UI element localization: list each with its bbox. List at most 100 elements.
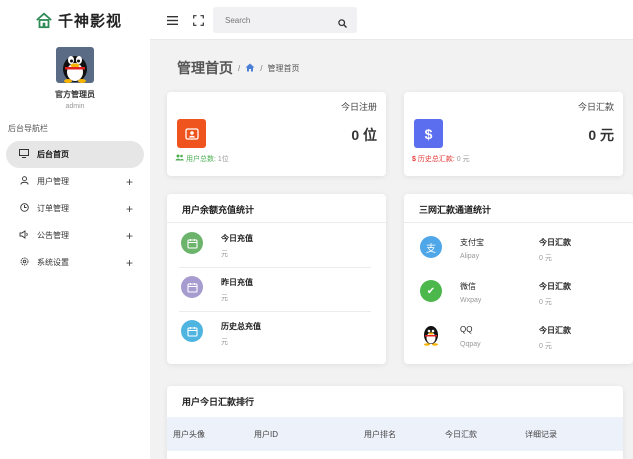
calendar-icon	[181, 232, 203, 254]
sidebar-item-home[interactable]: 后台首页	[6, 141, 144, 168]
divider	[167, 222, 386, 223]
search-input[interactable]	[213, 15, 328, 25]
menu-icon[interactable]	[166, 14, 179, 27]
sidebar-item-label: 公告管理	[37, 231, 69, 240]
sidebar-item-users[interactable]: 用户管理 +	[0, 168, 150, 195]
calendar-icon	[181, 276, 203, 298]
recharge-unit: 元	[221, 295, 228, 302]
qq-penguin-icon	[420, 324, 442, 346]
sidebar-item-notices[interactable]: 公告管理 +	[0, 222, 150, 249]
sidebar: 千神影视 官方管理员 admin 后台导航栏 后台首页 用户管理 + 订单管理 …	[0, 0, 150, 459]
monitor-icon	[18, 149, 30, 160]
nav-heading: 后台导航栏	[8, 124, 48, 133]
list-item: 昨日充值 元	[179, 268, 371, 312]
brand-name: 千神影视	[58, 12, 123, 30]
recharge-stats-card: 用户余额充值统计 今日充值 元 昨日充值 元 历史总充值 元	[167, 194, 386, 364]
list-item: ✔ 微信 Wxpay 今日汇款 0 元	[418, 274, 618, 318]
ranking-card: 用户今日汇款排行 用户头像 用户ID 用户排名 今日汇款 详细记录	[167, 386, 623, 459]
table-header: 用户头像 用户ID 用户排名 今日汇款 详细记录	[167, 417, 623, 451]
channel-name: QQ	[460, 325, 473, 334]
wechat-icon: ✔	[420, 280, 442, 302]
stat-label: 今日注册	[340, 102, 377, 112]
channel-sub: Alipay	[460, 253, 480, 260]
list-item: 今日充值 元	[179, 224, 371, 268]
search-box	[213, 7, 357, 33]
gear-icon	[18, 257, 30, 268]
stat-card-remit: 今日汇款 $ 0 元 $ 历史总汇款: 0 元	[404, 92, 623, 176]
channel-name: 支付宝	[460, 238, 484, 247]
expand-icon[interactable]: +	[126, 229, 133, 243]
list-item: 历史总充值 元	[179, 312, 371, 356]
home-icon[interactable]	[245, 59, 255, 77]
alipay-icon: 支	[420, 236, 442, 258]
recharge-name: 历史总充值	[221, 322, 261, 331]
profile-role: admin	[65, 103, 85, 110]
stat-value: 0 位	[351, 127, 377, 143]
house-logo-icon	[36, 12, 52, 29]
section-title: 用户今日汇款排行	[182, 397, 255, 407]
list-item: 支 支付宝 Alipay 今日汇款 0 元	[418, 230, 618, 274]
column-header: 今日汇款	[445, 430, 477, 439]
column-header: 详细记录	[525, 430, 557, 439]
stat-label: 今日汇款	[577, 102, 614, 112]
stat-footer: $ 历史总汇款: 0 元	[412, 154, 470, 164]
sidebar-item-settings[interactable]: 系统设置 +	[0, 249, 150, 276]
expand-icon[interactable]: +	[126, 256, 133, 270]
search-icon[interactable]	[338, 15, 347, 33]
profile-name: 官方管理员	[55, 90, 95, 99]
recharge-name: 昨日充值	[221, 278, 253, 287]
breadcrumb-separator: /	[238, 63, 241, 73]
channel-today-label: 今日汇款	[539, 282, 571, 291]
stat-card-register: 今日注册 0 位 用户总数: 1位	[167, 92, 386, 176]
stat-footer-value: 1位	[217, 156, 229, 163]
divider	[404, 222, 633, 223]
section-title: 三网汇款通道统计	[419, 205, 492, 215]
column-header: 用户ID	[254, 430, 278, 439]
section-title: 用户余额充值统计	[182, 205, 255, 215]
channel-stats-card: 三网汇款通道统计 支 支付宝 Alipay 今日汇款 0 元 ✔ 微信 Wxpa…	[404, 194, 633, 364]
sidebar-item-label: 用户管理	[37, 177, 69, 186]
avatar[interactable]	[56, 47, 94, 83]
stat-footer: 用户总数: 1位	[175, 154, 229, 164]
users-icon	[175, 154, 186, 163]
speaker-icon	[18, 230, 30, 241]
stat-footer-label: 历史总汇款:	[417, 156, 455, 163]
column-header: 用户头像	[173, 430, 205, 439]
page-title: 管理首页	[177, 60, 233, 76]
page-header: 管理首页 / / 管理首页	[177, 58, 299, 78]
channel-today-label: 今日汇款	[539, 238, 571, 247]
channel-value: 0 元	[539, 255, 552, 262]
fullscreen-icon[interactable]	[192, 14, 205, 27]
column-header: 用户排名	[364, 430, 396, 439]
stat-footer-label: 用户总数:	[185, 156, 216, 163]
user-icon	[18, 176, 30, 187]
expand-icon[interactable]: +	[126, 175, 133, 189]
topbar	[150, 0, 633, 40]
list-item: QQ Qqpay 今日汇款 0 元	[418, 318, 618, 362]
dollar-small-icon: $	[412, 156, 416, 163]
sidebar-item-orders[interactable]: 订单管理 +	[0, 195, 150, 222]
channel-value: 0 元	[539, 299, 552, 306]
recharge-unit: 元	[221, 339, 228, 346]
channel-sub: Qqpay	[460, 341, 481, 348]
sidebar-item-label: 后台首页	[37, 150, 69, 159]
sidebar-item-label: 系统设置	[37, 258, 69, 267]
channel-sub: Wxpay	[460, 297, 482, 304]
stat-footer-value: 0 元	[456, 156, 470, 163]
channel-value: 0 元	[539, 343, 552, 350]
breadcrumb-separator: /	[260, 63, 263, 73]
recharge-name: 今日充值	[221, 234, 253, 243]
expand-icon[interactable]: +	[126, 202, 133, 216]
clock-icon	[18, 203, 30, 214]
sidebar-item-label: 订单管理	[37, 204, 69, 213]
channel-name: 微信	[460, 282, 476, 291]
user-card-icon	[177, 119, 206, 148]
stat-value: 0 元	[588, 127, 614, 143]
recharge-unit: 元	[221, 251, 228, 258]
breadcrumb-current: 管理首页	[267, 63, 300, 73]
brand[interactable]: 千神影视	[0, 0, 150, 40]
profile: 官方管理员 admin	[0, 40, 150, 110]
channel-today-label: 今日汇款	[539, 326, 571, 335]
calendar-icon	[181, 320, 203, 342]
dollar-icon: $	[414, 119, 443, 148]
